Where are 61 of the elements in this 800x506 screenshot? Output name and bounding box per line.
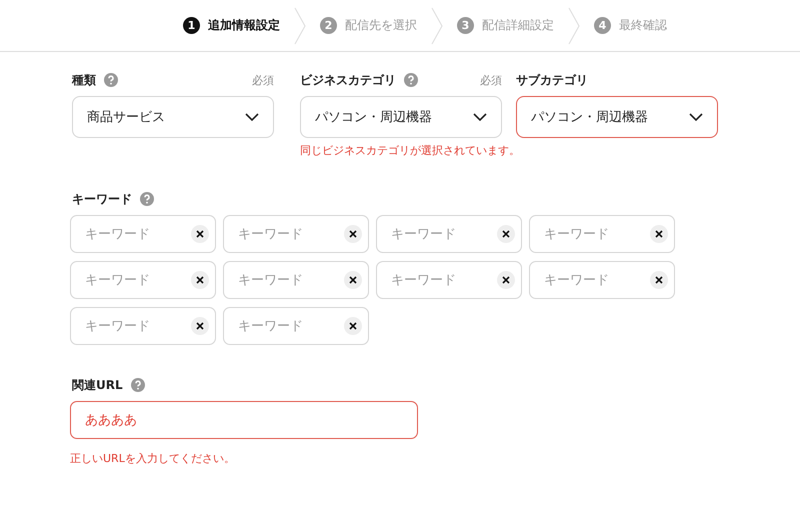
close-icon: [655, 230, 663, 238]
step-number: 4: [594, 17, 611, 34]
clear-button[interactable]: [344, 225, 362, 243]
keyword-field[interactable]: キーワード: [70, 307, 216, 345]
keyword-field[interactable]: キーワード: [223, 261, 369, 299]
field-label: ビジネスカテゴリ: [300, 72, 396, 88]
help-icon[interactable]: [104, 73, 118, 87]
field-label: キーワード: [72, 190, 132, 208]
url-field[interactable]: ああああ: [70, 401, 418, 439]
step-label: 追加情報設定: [208, 17, 280, 34]
clear-button[interactable]: [650, 271, 668, 289]
close-icon: [196, 322, 204, 330]
clear-button[interactable]: [191, 271, 209, 289]
chevron-down-icon: [245, 113, 259, 121]
step-number: 2: [320, 17, 337, 34]
chevron-right-icon: [294, 6, 306, 46]
close-icon: [502, 230, 510, 238]
clear-button[interactable]: [497, 271, 515, 289]
chevron-right-icon: [431, 6, 443, 46]
help-icon[interactable]: [404, 73, 418, 87]
clear-button[interactable]: [344, 271, 362, 289]
error-message: 同じビジネスカテゴリが選択されています。: [300, 143, 521, 159]
keyword-field[interactable]: キーワード: [529, 215, 675, 253]
select-dropdown[interactable]: 商品サービス: [72, 96, 274, 138]
field-label: サブカテゴリ: [516, 72, 588, 88]
step-number: 3: [457, 17, 474, 34]
clear-button[interactable]: [650, 225, 668, 243]
required-label: 必須: [252, 72, 274, 88]
close-icon: [655, 276, 663, 284]
field-label: 関連URL: [72, 376, 123, 394]
clear-button[interactable]: [191, 225, 209, 243]
close-icon: [196, 230, 204, 238]
close-icon: [502, 276, 510, 284]
keyword-field[interactable]: キーワード: [376, 261, 522, 299]
keyword-field[interactable]: キーワード: [70, 215, 216, 253]
chevron-down-icon: [689, 113, 703, 121]
error-message: 正しいURLを入力してください。: [70, 451, 236, 467]
keyword-field[interactable]: キーワード: [223, 307, 369, 345]
close-icon: [196, 276, 204, 284]
select-dropdown[interactable]: パソコン・周辺機器: [300, 96, 502, 138]
chevron-down-icon: [473, 113, 487, 121]
clear-button[interactable]: [344, 317, 362, 335]
keyword-field[interactable]: キーワード: [70, 261, 216, 299]
chevron-right-icon: [568, 6, 580, 46]
field-label: 種類: [72, 72, 96, 88]
step-number: 1: [183, 17, 200, 34]
step-label: 配信詳細設定: [482, 17, 554, 34]
close-icon: [349, 276, 357, 284]
clear-button[interactable]: [497, 225, 515, 243]
keyword-field[interactable]: キーワード: [529, 261, 675, 299]
clear-button[interactable]: [191, 317, 209, 335]
keyword-field[interactable]: キーワード: [376, 215, 522, 253]
help-icon[interactable]: [140, 192, 154, 206]
required-label: 必須: [480, 72, 502, 88]
step-label: 配信先を選択: [345, 17, 417, 34]
step-label: 最終確認: [619, 17, 667, 34]
help-icon[interactable]: [130, 378, 145, 392]
keyword-field[interactable]: キーワード: [223, 215, 369, 253]
close-icon: [349, 322, 357, 330]
select-dropdown[interactable]: パソコン・周辺機器: [516, 96, 718, 138]
close-icon: [349, 230, 357, 238]
